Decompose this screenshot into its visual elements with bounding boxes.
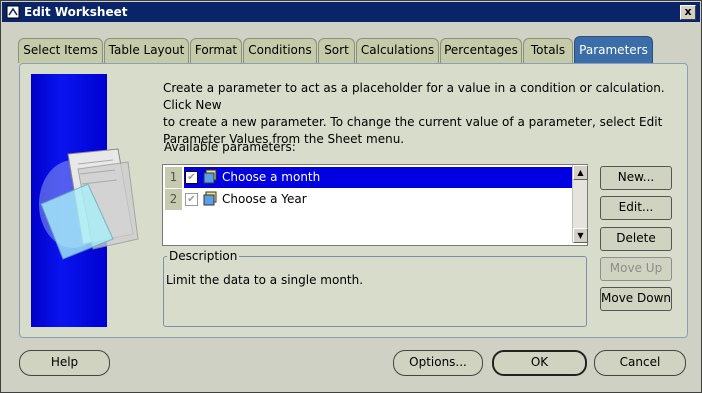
edit-worksheet-dialog: Edit Worksheet x Select Items Table Layo… bbox=[0, 0, 702, 393]
tab-percentages[interactable]: Percentages bbox=[440, 38, 522, 63]
edit-button[interactable]: Edit... bbox=[600, 196, 672, 220]
parameter-icon bbox=[203, 191, 217, 206]
delete-button[interactable]: Delete bbox=[600, 227, 672, 251]
description-group bbox=[163, 256, 587, 327]
options-button[interactable]: Options... bbox=[393, 350, 483, 376]
parameter-checkbox[interactable]: ✔ bbox=[185, 193, 198, 206]
scroll-up-button[interactable]: ▲ bbox=[573, 165, 588, 180]
tab-format[interactable]: Format bbox=[190, 38, 242, 63]
documents-illustration-icon bbox=[39, 148, 139, 260]
tab-conditions[interactable]: Conditions bbox=[243, 38, 317, 63]
tab-calculations[interactable]: Calculations bbox=[356, 38, 439, 63]
tab-parameters[interactable]: Parameters bbox=[574, 36, 653, 63]
checkmark-icon: ✔ bbox=[187, 172, 196, 183]
tab-select-items[interactable]: Select Items bbox=[18, 38, 103, 63]
new-button[interactable]: New... bbox=[600, 166, 672, 190]
move-up-button[interactable]: Move Up bbox=[600, 257, 672, 281]
row-number: 1 bbox=[165, 167, 182, 188]
row-number: 2 bbox=[165, 189, 182, 210]
instructions: Create a parameter to act as a placehold… bbox=[163, 81, 665, 146]
parameter-name: Choose a Year bbox=[222, 192, 307, 206]
move-down-button[interactable]: Move Down bbox=[600, 287, 672, 311]
tab-totals[interactable]: Totals bbox=[523, 38, 573, 63]
help-button[interactable]: Help bbox=[19, 350, 110, 376]
checkmark-icon: ✔ bbox=[187, 194, 196, 205]
arrow-down-icon: ▼ bbox=[577, 231, 584, 240]
cancel-button[interactable]: Cancel bbox=[594, 350, 686, 376]
side-illustration bbox=[31, 74, 139, 327]
arrow-up-icon: ▲ bbox=[577, 168, 584, 177]
window-title: Edit Worksheet bbox=[24, 5, 128, 19]
available-parameters-label: Available parameters: bbox=[164, 140, 296, 154]
parameters-list[interactable]: 1 ✔ Choose a month 2 ✔ Choose a Year ▲ ▼ bbox=[162, 164, 588, 246]
tab-table-layout[interactable]: Table Layout bbox=[104, 38, 189, 63]
parameter-icon bbox=[203, 169, 217, 184]
description-label: Description bbox=[167, 249, 240, 263]
list-item[interactable]: 1 ✔ Choose a month bbox=[165, 167, 572, 188]
ok-button[interactable]: OK bbox=[492, 350, 587, 376]
worksheet-icon bbox=[6, 5, 20, 19]
tab-sort[interactable]: Sort bbox=[318, 38, 355, 63]
list-scrollbar[interactable]: ▲ ▼ bbox=[572, 165, 588, 243]
parameter-checkbox[interactable]: ✔ bbox=[185, 171, 198, 184]
close-button[interactable]: x bbox=[680, 5, 696, 20]
description-text: Limit the data to a single month. bbox=[166, 273, 364, 287]
title-bar[interactable]: Edit Worksheet x bbox=[2, 2, 700, 22]
close-icon: x bbox=[684, 5, 692, 18]
parameter-name: Choose a month bbox=[222, 170, 321, 184]
scroll-down-button[interactable]: ▼ bbox=[573, 228, 588, 243]
list-item[interactable]: 2 ✔ Choose a Year bbox=[165, 189, 570, 210]
